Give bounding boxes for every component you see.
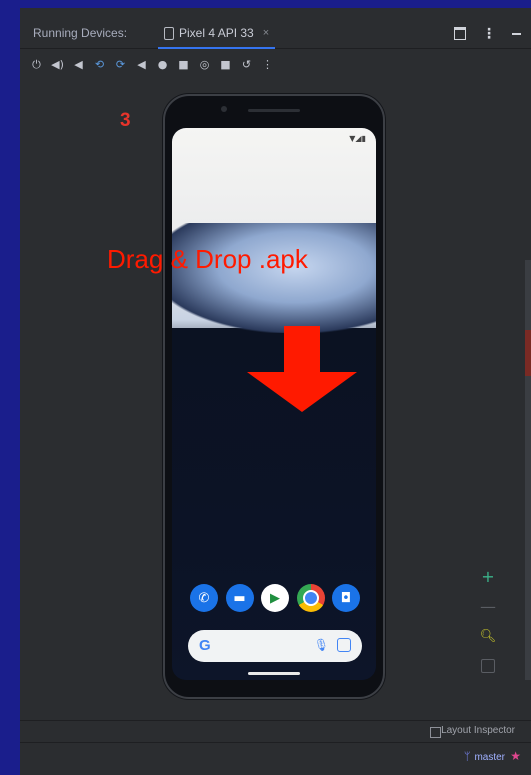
- front-camera: [221, 106, 227, 112]
- back-icon[interactable]: ◀: [131, 54, 152, 74]
- window-options-icon[interactable]: [454, 27, 466, 40]
- rotate-left-icon[interactable]: ⟲: [89, 54, 110, 74]
- device-icon: [164, 26, 174, 40]
- branch-name: master: [474, 751, 505, 763]
- ide-status-bar: ᛘ master ★: [20, 742, 531, 775]
- down-arrow-head: [247, 372, 357, 412]
- close-icon[interactable]: ×: [263, 27, 269, 39]
- google-logo: G: [199, 637, 211, 654]
- running-devices-window: Running Devices: Pixel 4 API 33 × ⋮ ⏻ ◀)…: [20, 8, 531, 775]
- mic-icon[interactable]: 🎙︎: [314, 638, 329, 652]
- play-store-icon[interactable]: ▶: [261, 584, 289, 612]
- tool-window-title: Running Devices:: [33, 26, 128, 40]
- minimize-icon[interactable]: [512, 32, 521, 35]
- device-display-area: 3 ▼◢▮ ✆ ▬ ▶ ◘ G 🎙︎ Drag & Drop .apk + — …: [20, 80, 531, 720]
- star-icon[interactable]: ★: [510, 749, 521, 763]
- camera-app-icon[interactable]: ◘: [332, 584, 360, 612]
- power-icon[interactable]: ⏻: [26, 54, 47, 74]
- volume-up-icon[interactable]: ◀): [47, 54, 68, 74]
- layout-inspector-icon: [430, 727, 441, 738]
- layout-inspector-button[interactable]: Layout Inspector: [441, 725, 515, 736]
- phone-app-icon[interactable]: ✆: [190, 584, 218, 612]
- device-toolbar: ⏻ ◀) ◀ ⟲ ⟳ ◀ ● ■ ◎ ■ ↺ ⋮: [26, 52, 278, 76]
- wallpaper-wave: [172, 223, 376, 333]
- reset-icon[interactable]: ↺: [236, 54, 257, 74]
- down-arrow-icon: [284, 326, 320, 374]
- google-search-bar[interactable]: G 🎙︎: [188, 630, 362, 662]
- fit-screen-icon: [481, 659, 495, 673]
- earpiece: [248, 109, 300, 112]
- drag-drop-instruction: Drag & Drop .apk: [107, 244, 308, 274]
- device-tab-pixel-4[interactable]: Pixel 4 API 33 ×: [158, 19, 276, 49]
- zoom-in-icon[interactable]: +: [478, 566, 498, 586]
- more-options-icon[interactable]: ⋮: [482, 27, 496, 41]
- overview-icon[interactable]: ■: [173, 54, 194, 74]
- rotate-right-icon[interactable]: ⟳: [110, 54, 131, 74]
- screenshot-icon[interactable]: ◎: [194, 54, 215, 74]
- gesture-nav-bar[interactable]: [248, 672, 300, 675]
- zoom-controls: + — 🔍︎: [478, 566, 498, 676]
- window-controls: ⋮: [454, 27, 521, 41]
- messages-app-icon[interactable]: ▬: [225, 584, 254, 612]
- home-icon[interactable]: ●: [152, 54, 173, 74]
- zoom-fit-button[interactable]: [478, 656, 498, 676]
- git-branch[interactable]: ᛘ master: [464, 751, 505, 763]
- lens-icon[interactable]: [337, 638, 351, 652]
- volume-down-icon[interactable]: ◀: [68, 54, 89, 74]
- layout-inspector-bar: Layout Inspector: [20, 720, 531, 743]
- step-number: 3: [120, 110, 131, 131]
- status-icons: ▼◢▮: [349, 134, 366, 143]
- more-icon[interactable]: ⋮: [257, 54, 278, 74]
- branch-icon: ᛘ: [463, 751, 471, 763]
- device-tab-label: Pixel 4 API 33: [179, 26, 254, 40]
- zoom-out-icon[interactable]: —: [478, 596, 498, 616]
- zoom-actual-icon[interactable]: 🔍︎: [478, 626, 498, 646]
- side-panel-marker: [525, 330, 531, 376]
- tool-window-header: Running Devices: Pixel 4 API 33 × ⋮: [20, 18, 531, 49]
- side-panel-strip: [525, 260, 531, 680]
- screen-record-icon[interactable]: ■: [215, 54, 236, 74]
- chrome-icon[interactable]: [296, 584, 325, 612]
- app-dock: ✆ ▬ ▶ ◘: [190, 584, 360, 612]
